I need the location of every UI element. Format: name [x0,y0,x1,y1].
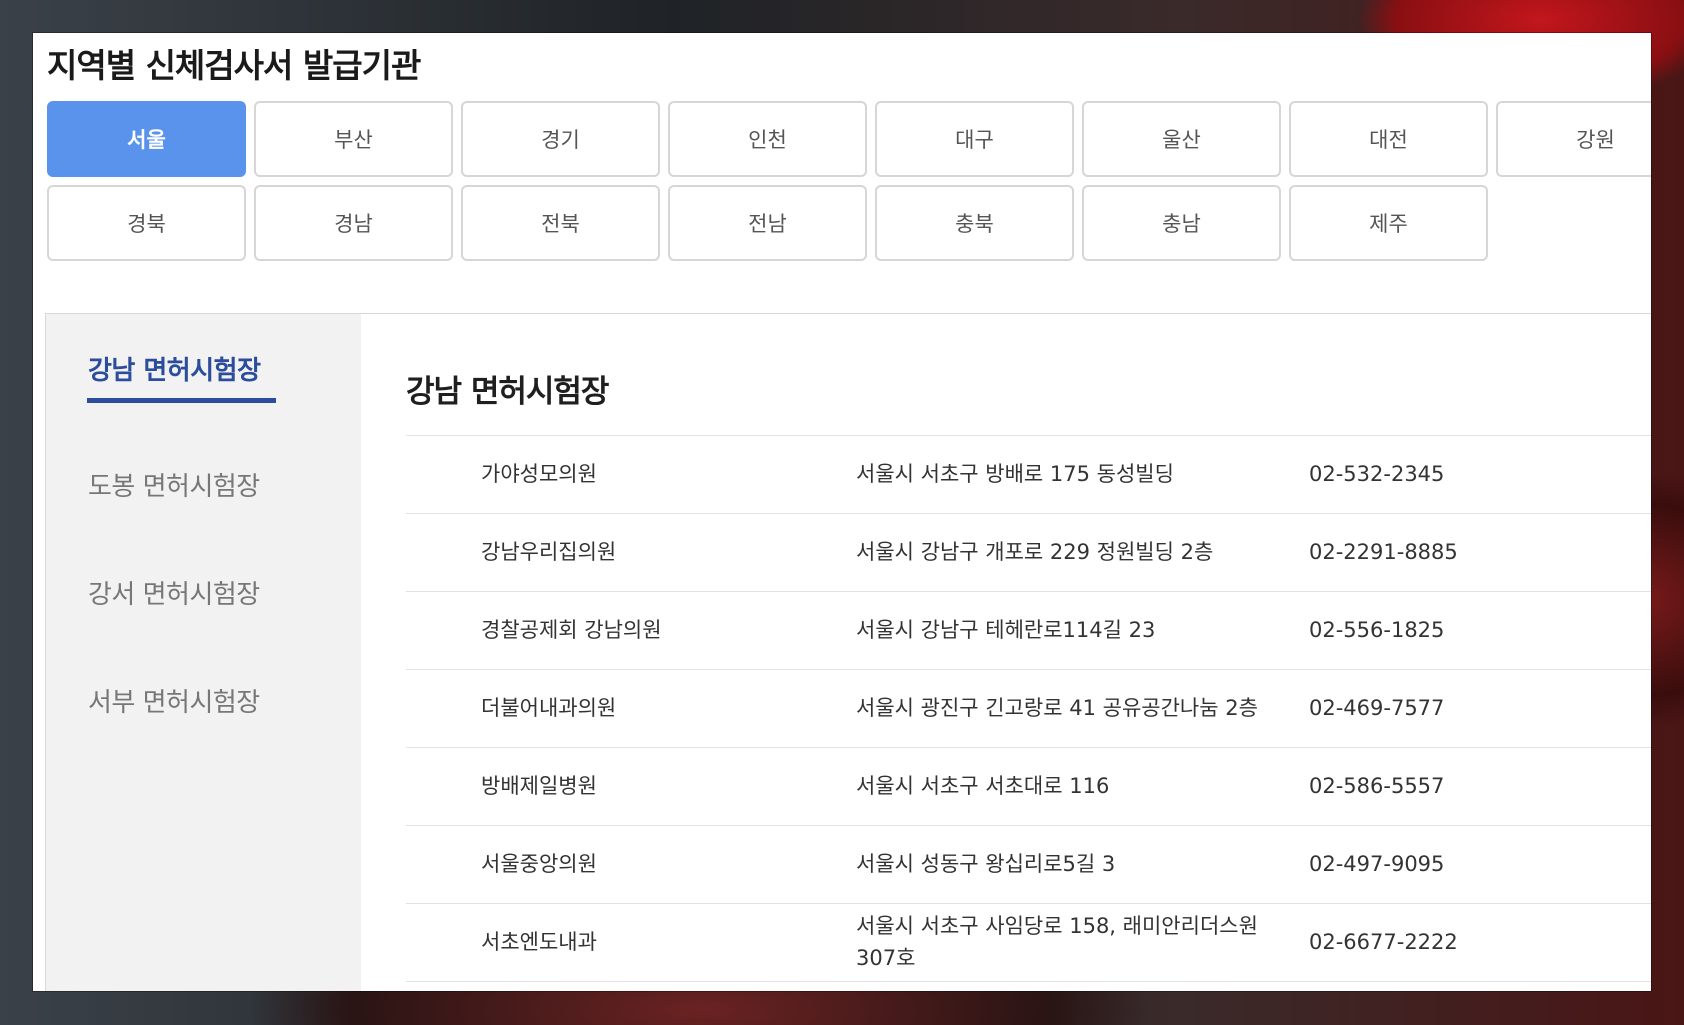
region-tab-busan[interactable]: 부산 [254,101,453,177]
table-row: 경찰공제회 강남의원 서울시 강남구 테헤란로114길 23 02-556-18… [406,592,1651,670]
clinic-name: 서울중앙의원 [481,851,597,876]
active-underline [87,398,276,403]
clinic-address: 서울시 서초구 방배로 175 동성빌딩 [856,461,1174,486]
region-tab-jeonbuk[interactable]: 전북 [461,185,660,261]
sidebar-item-seobu[interactable]: 서부 면허시험장 [88,682,260,719]
region-tab-jeonnam[interactable]: 전남 [668,185,867,261]
table-row: 가야성모의원 서울시 서초구 방배로 175 동성빌딩 02-532-2345 [406,436,1651,514]
table-row: 서초엔도내과 서울시 서초구 사임당로 158, 래미안리더스원 307호 02… [406,904,1651,982]
clinic-phone: 02-6677-2222 [1309,929,1458,954]
section-title: 강남 면허시험장 [406,374,609,410]
region-tab-seoul[interactable]: 서울 [47,101,246,177]
region-tab-gyeongbuk[interactable]: 경북 [47,185,246,261]
center-sidebar: 강남 면허시험장 도봉 면허시험장 강서 면허시험장 서부 면허시험장 [46,314,361,991]
clinic-name: 더불어내과의원 [481,695,617,720]
clinic-name: 강남우리집의원 [481,539,617,564]
region-tab-gyeonggi[interactable]: 경기 [461,101,660,177]
clinic-address: 서울시 강남구 테헤란로114길 23 [856,617,1156,642]
clinic-phone: 02-586-5557 [1309,773,1445,798]
clinic-address: 서울시 광진구 긴고랑로 41 공유공간나눔 2층 [856,695,1258,720]
region-tab-incheon[interactable]: 인천 [668,101,867,177]
region-tab-jeju[interactable]: 제주 [1289,185,1488,261]
region-tab-daegu[interactable]: 대구 [875,101,1074,177]
page-title: 지역별 신체검사서 발급기관 [47,46,421,85]
clinic-phone: 02-497-9095 [1309,851,1445,876]
region-tabs: 서울 부산 경기 인천 대구 울산 대전 강원 경북 경남 전북 전남 충북 충… [47,101,1651,261]
region-tab-chungnam[interactable]: 충남 [1082,185,1281,261]
clinic-address: 서울시 강남구 개포로 229 정원빌딩 2층 [856,539,1214,564]
clinic-name: 서초엔도내과 [481,929,597,954]
sidebar-item-gangnam[interactable]: 강남 면허시험장 [88,350,261,387]
center-panel: 강남 면허시험장 도봉 면허시험장 강서 면허시험장 서부 면허시험장 강남 면… [45,313,1651,991]
clinic-name: 방배제일병원 [481,773,597,798]
table-row: 강남우리집의원 서울시 강남구 개포로 229 정원빌딩 2층 02-2291-… [406,514,1651,592]
sidebar-item-dobong[interactable]: 도봉 면허시험장 [88,466,260,503]
clinic-phone: 02-2291-8885 [1309,539,1458,564]
table-row: 더불어내과의원 서울시 광진구 긴고랑로 41 공유공간나눔 2층 02-469… [406,670,1651,748]
region-tab-gyeongnam[interactable]: 경남 [254,185,453,261]
region-tab-chungbuk[interactable]: 충북 [875,185,1074,261]
sidebar-item-gangseo[interactable]: 강서 면허시험장 [88,574,260,611]
clinic-address: 서울시 서초구 서초대로 116 [856,773,1110,798]
clinic-name: 가야성모의원 [481,461,597,486]
region-tab-daejeon[interactable]: 대전 [1289,101,1488,177]
center-detail: 강남 면허시험장 가야성모의원 서울시 서초구 방배로 175 동성빌딩 02-… [361,314,1651,991]
clinic-phone: 02-469-7577 [1309,695,1445,720]
clinic-name: 경찰공제회 강남의원 [481,617,662,642]
clinic-address: 서울시 성동구 왕십리로5길 3 [856,851,1116,876]
clinic-address: 서울시 서초구 사임당로 158, 래미안리더스원 307호 [856,914,1258,970]
clinic-phone: 02-532-2345 [1309,461,1445,486]
clinic-phone: 02-556-1825 [1309,617,1445,642]
region-tab-gangwon[interactable]: 강원 [1496,101,1651,177]
content-window: 지역별 신체검사서 발급기관 서울 부산 경기 인천 대구 울산 대전 강원 경… [33,33,1651,991]
clinic-table: 가야성모의원 서울시 서초구 방배로 175 동성빌딩 02-532-2345 … [406,435,1651,982]
region-tab-ulsan[interactable]: 울산 [1082,101,1281,177]
table-row: 서울중앙의원 서울시 성동구 왕십리로5길 3 02-497-9095 [406,826,1651,904]
table-row: 방배제일병원 서울시 서초구 서초대로 116 02-586-5557 [406,748,1651,826]
